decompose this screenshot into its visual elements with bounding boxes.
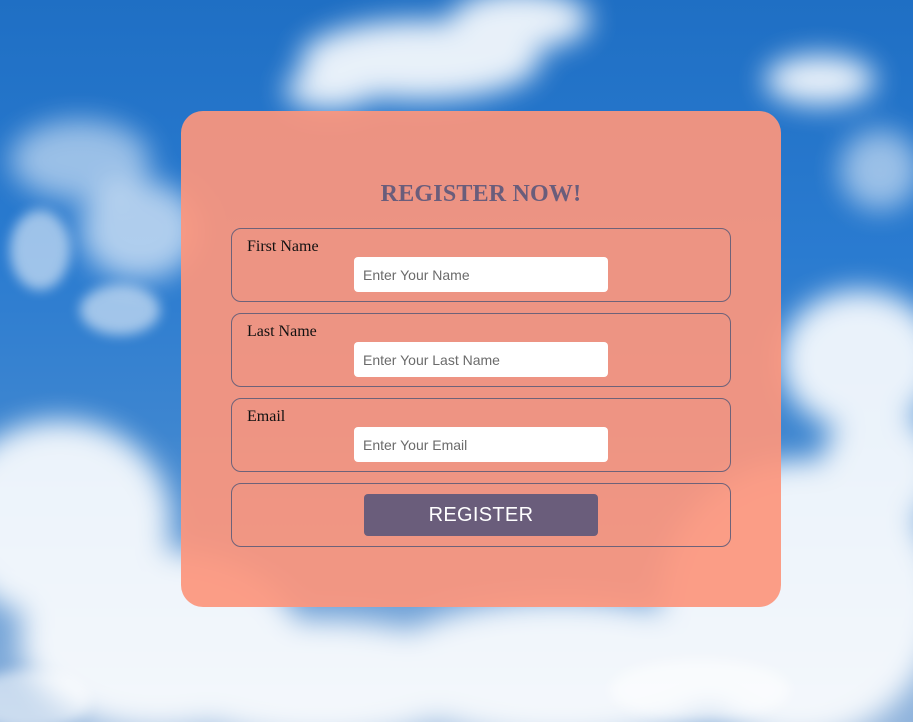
email-group: Email	[231, 398, 731, 472]
submit-group: REGISTER	[231, 483, 731, 547]
form-title: REGISTER NOW!	[380, 181, 582, 207]
first-name-label: First Name	[247, 238, 319, 255]
last-name-input[interactable]	[354, 342, 608, 377]
first-name-input[interactable]	[354, 257, 608, 292]
register-button[interactable]: REGISTER	[364, 494, 598, 536]
last-name-group: Last Name	[231, 313, 731, 387]
last-name-label: Last Name	[247, 323, 317, 340]
registration-card: REGISTER NOW! First Name Last Name Email…	[181, 111, 781, 607]
first-name-group: First Name	[231, 228, 731, 302]
email-input[interactable]	[354, 427, 608, 462]
email-label: Email	[247, 408, 286, 425]
